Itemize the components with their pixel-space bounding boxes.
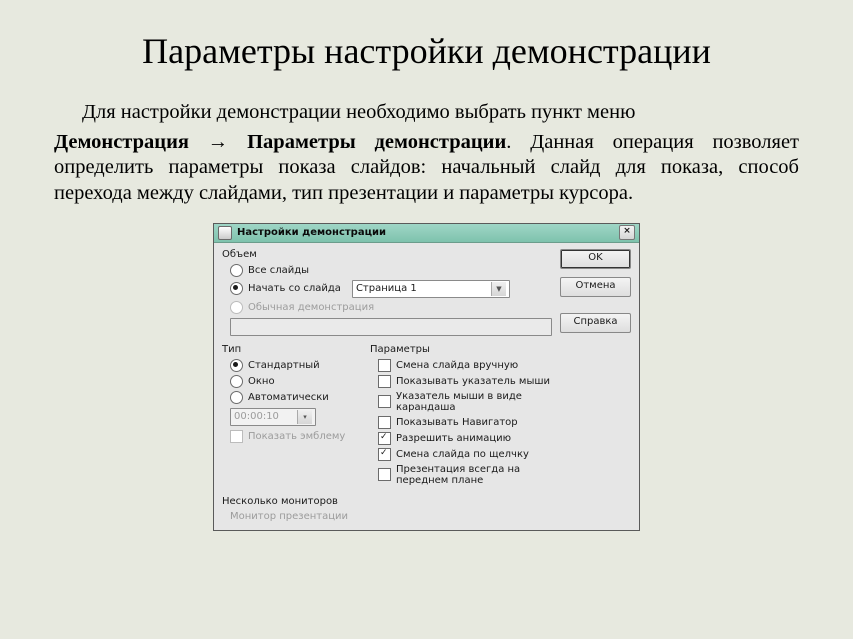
group-type-legend: Тип [222,344,352,355]
titlebar: Настройки демонстрации × [214,224,639,243]
body-text: Демонстрация → Параметры демонстрации. Д… [54,130,799,207]
settings-dialog: Настройки демонстрации × Объем Все слайд… [213,223,640,531]
label-manual: Смена слайда вручную [396,360,518,371]
cancel-button[interactable]: Отмена [560,277,631,297]
pause-duration-field: 00:00:10 ▾ [230,408,316,426]
group-monitors-legend: Несколько мониторов [222,496,552,507]
start-slide-combo[interactable]: Страница 1 ▼ [352,280,510,298]
group-volume: Объем Все слайды Начать со слайда Страни… [222,249,552,336]
check-pen[interactable] [378,395,391,408]
radio-standard[interactable] [230,359,243,372]
lead-text: Для настройки демонстрации необходимо вы… [54,100,799,126]
page-title: Параметры настройки демонстрации [54,30,799,72]
label-pen: Указатель мыши в виде карандаша [396,391,552,413]
label-navigator: Показывать Навигатор [396,417,518,428]
label-pointer: Показывать указатель мыши [396,376,550,387]
chevron-down-icon: ▼ [491,282,506,296]
check-show-logo [230,430,243,443]
check-animation[interactable] [378,432,391,445]
check-pointer[interactable] [378,375,391,388]
group-params-legend: Параметры [370,344,552,355]
check-click-advance[interactable] [378,448,391,461]
ok-button[interactable]: OK [560,249,631,269]
radio-auto[interactable] [230,391,243,404]
label-window: Окно [248,376,275,387]
radio-all-slides[interactable] [230,264,243,277]
start-slide-value: Страница 1 [356,283,417,294]
label-standard: Стандартный [248,360,320,371]
group-volume-legend: Объем [222,249,552,260]
spinner-icon: ▾ [297,410,312,424]
check-navigator[interactable] [378,416,391,429]
app-icon [218,226,232,240]
check-manual[interactable] [378,359,391,372]
label-on-top: Презентация всегда на переднем плане [396,464,552,486]
close-button[interactable]: × [619,225,635,240]
custom-show-combo [230,318,552,336]
menu-path: Демонстрация → Параметры демонстрации [54,131,506,153]
radio-custom-show[interactable] [230,301,243,314]
radio-window[interactable] [230,375,243,388]
dialog-title: Настройки демонстрации [237,227,386,238]
check-on-top[interactable] [378,468,391,481]
label-start-from: Начать со слайда [248,283,341,294]
radio-start-from[interactable] [230,282,243,295]
label-all-slides: Все слайды [248,265,309,276]
label-auto: Автоматически [248,392,329,403]
label-animation: Разрешить анимацию [396,433,511,444]
label-click-advance: Смена слайда по щелчку [396,449,529,460]
help-button[interactable]: Справка [560,313,631,333]
pause-duration-value: 00:00:10 [234,411,279,422]
label-custom-show: Обычная демонстрация [248,302,374,313]
label-presentation-monitor: Монитор презентации [230,511,348,522]
label-show-logo: Показать эмблему [248,431,345,442]
